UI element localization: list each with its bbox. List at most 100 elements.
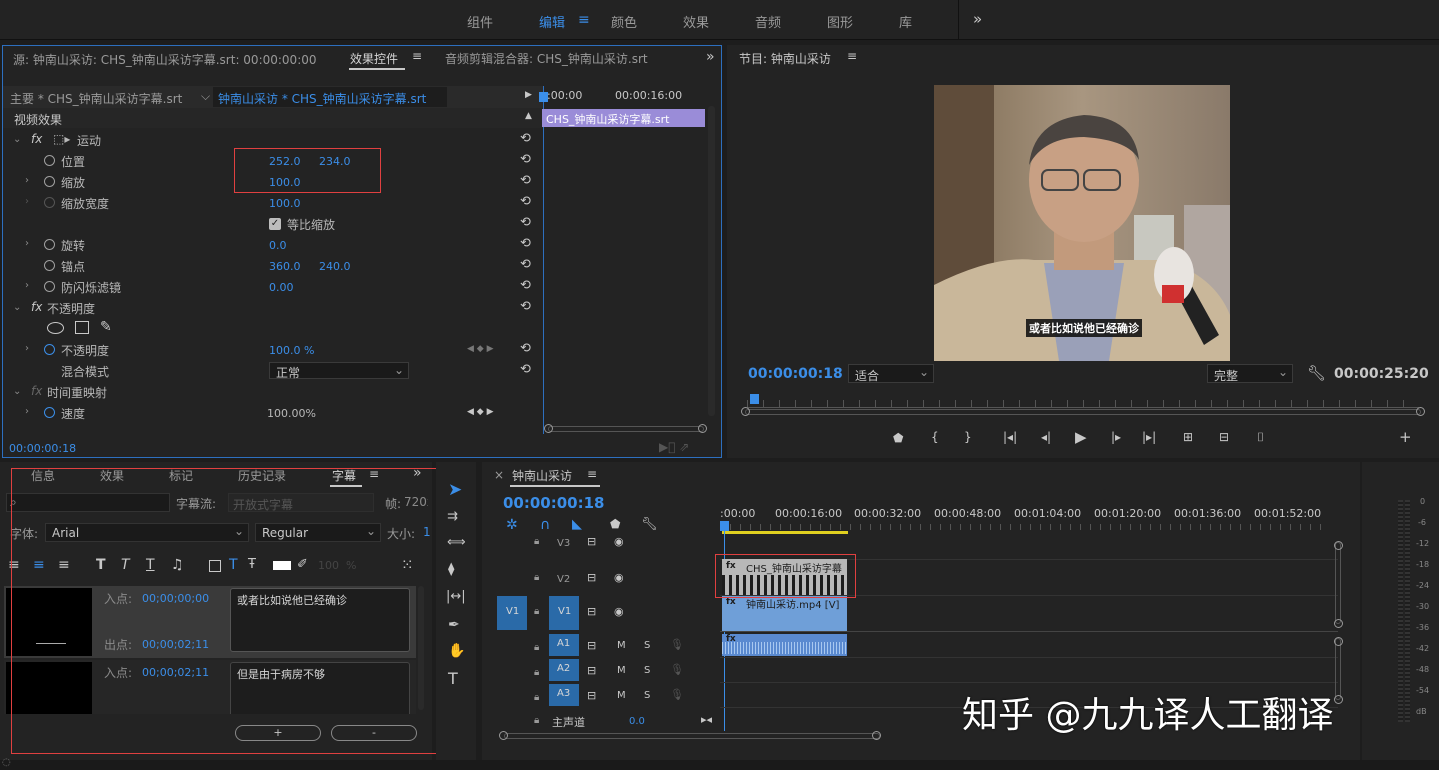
scroll-handle[interactable] — [1334, 695, 1343, 704]
workspace-tab-libraries[interactable]: 库 — [899, 12, 912, 31]
workspace-menu-icon[interactable]: ≡ — [578, 12, 590, 28]
collapse-arrow-icon[interactable]: ▲ — [525, 111, 532, 121]
pen-mask-icon[interactable]: ✎ — [100, 319, 112, 335]
mic-icon[interactable]: 🎙︎ — [670, 638, 684, 651]
track-v1-target[interactable]: V1 — [549, 596, 579, 630]
keyframe-nav-icon[interactable]: ◀ ◆ ▶ — [467, 407, 494, 417]
uniform-scale-checkbox[interactable]: ✓ — [269, 218, 281, 230]
timeline-title[interactable]: 钟南山采访 — [512, 467, 572, 484]
razor-icon[interactable]: ⧫ — [448, 562, 454, 577]
lock-icon[interactable]: 🔒︎ — [534, 715, 539, 726]
camera-icon[interactable]: ⌷ — [1257, 430, 1264, 445]
slip-icon[interactable]: |↔| — [446, 589, 466, 604]
anchor-y-value[interactable]: 240.0 — [319, 260, 351, 273]
workspace-tab-editing[interactable]: 编辑 — [539, 12, 565, 31]
zoom-handle-right[interactable] — [872, 731, 881, 740]
timeline-zoom-bar[interactable] — [504, 733, 880, 739]
add-marker-icon[interactable]: ⬟ — [610, 517, 620, 531]
ellipse-mask-icon[interactable] — [47, 322, 64, 334]
track-v3-label[interactable]: V3 — [557, 538, 570, 549]
reset-icon[interactable]: ⟲ — [520, 173, 531, 188]
zoom-handle-right[interactable] — [698, 424, 707, 433]
scroll-handle[interactable] — [1334, 541, 1343, 550]
wrench-icon[interactable]: 🔧︎ — [1307, 364, 1326, 382]
chevron-right-icon[interactable]: › — [25, 406, 29, 417]
mic-icon[interactable]: 🎙︎ — [670, 663, 684, 676]
rotation-value[interactable]: 0.0 — [269, 239, 287, 252]
stopwatch-icon[interactable] — [44, 281, 55, 292]
chevron-right-icon[interactable]: › — [25, 280, 29, 291]
hand-tool-icon[interactable]: ✋ — [448, 643, 465, 659]
reset-icon[interactable]: ⟲ — [520, 299, 531, 314]
chevron-right-icon[interactable]: › — [25, 238, 29, 249]
solo-button[interactable]: S — [644, 640, 650, 651]
chevron-right-icon[interactable]: › — [25, 175, 29, 186]
chevron-down-icon[interactable]: ⌵ — [201, 89, 210, 104]
stopwatch-icon[interactable] — [44, 176, 55, 187]
close-icon[interactable]: × — [494, 468, 504, 482]
fit-select[interactable]: 适合 ⌄ — [848, 364, 934, 383]
panel-overflow-icon[interactable]: » — [706, 49, 715, 65]
reset-icon[interactable]: ⟲ — [520, 236, 531, 251]
zoom-handle-left[interactable] — [499, 731, 508, 740]
audio-clip[interactable]: fx — [722, 634, 847, 656]
track-a3-target[interactable]: A3 — [549, 684, 579, 706]
film-icon[interactable]: ⊟ — [587, 664, 596, 677]
mark-out-icon[interactable]: } — [964, 430, 972, 444]
program-menu-icon[interactable]: ≡ — [847, 49, 857, 63]
track-v2-label[interactable]: V2 — [557, 574, 570, 585]
go-to-end-icon[interactable]: ▸◂ — [701, 713, 712, 726]
fx-icon[interactable]: fx — [31, 132, 42, 146]
mute-button[interactable]: M — [617, 640, 626, 651]
export-icons[interactable]: ▶⃦ ⇗ — [659, 440, 689, 454]
vertical-scrollbar[interactable] — [708, 106, 715, 416]
mute-button[interactable]: M — [617, 690, 626, 701]
step-back-icon[interactable]: ◂| — [1041, 430, 1051, 444]
source-v1-patch[interactable]: V1 — [497, 596, 527, 630]
lock-icon[interactable]: 🔒︎ — [534, 572, 539, 583]
track-select-icon[interactable]: ⇉ — [447, 509, 458, 524]
lock-icon[interactable]: 🔒︎ — [534, 536, 539, 547]
video-clip[interactable]: fx 钟南山采访.mp4 [V] — [722, 596, 847, 631]
tab-source[interactable]: 源: 钟南山采访: CHS_钟南山采访字幕.srt: 00:00:00:00 — [13, 51, 317, 68]
pen-tool-icon[interactable]: ✒ — [448, 617, 460, 633]
master-clip-label[interactable]: 主要 * CHS_钟南山采访字幕.srt — [10, 90, 182, 107]
program-zoom-bar[interactable] — [745, 409, 1421, 415]
reset-icon[interactable]: ⟲ — [520, 152, 531, 167]
workspace-tab-graphics[interactable]: 图形 — [827, 12, 853, 31]
zoom-handle-left[interactable] — [741, 407, 750, 416]
chevron-down-icon[interactable]: ⌄ — [13, 302, 21, 313]
solo-button[interactable]: S — [644, 665, 650, 676]
step-forward-icon[interactable]: |▸ — [1111, 430, 1121, 444]
tab-effect-controls[interactable]: 效果控件 — [350, 50, 398, 67]
work-area-bar[interactable] — [722, 531, 848, 534]
program-current-time[interactable]: 00:00:00:18 — [748, 366, 843, 382]
go-to-out-icon[interactable]: |▸| — [1142, 430, 1156, 444]
selection-tool-icon[interactable]: ➤ — [448, 480, 462, 500]
reset-icon[interactable]: ⟲ — [520, 215, 531, 230]
lock-icon[interactable]: 🔒︎ — [534, 667, 539, 678]
stopwatch-icon[interactable] — [44, 407, 55, 418]
stopwatch-icon[interactable] — [44, 155, 55, 166]
workspace-tab-assembly[interactable]: 组件 — [467, 12, 493, 31]
chevron-down-icon[interactable]: ⌄ — [13, 134, 21, 145]
film-icon[interactable]: ⊟ — [587, 639, 596, 652]
zoom-handle-left[interactable] — [544, 424, 553, 433]
stopwatch-icon[interactable] — [44, 239, 55, 250]
audio-track-scrollbar[interactable] — [1335, 638, 1341, 700]
master-volume-value[interactable]: 0.0 — [629, 716, 645, 727]
keyframe-nav-icon[interactable]: ◀ ◆ ▶ — [467, 344, 494, 354]
eye-icon[interactable]: ◉ — [614, 605, 624, 618]
extract-icon[interactable]: ⊟ — [1219, 430, 1229, 444]
reset-icon[interactable]: ⟲ — [520, 131, 531, 146]
tab-audio-clip-mixer[interactable]: 音频剪辑混合器: CHS_钟南山采访.srt — [445, 50, 648, 67]
video-track-scrollbar[interactable] — [1335, 542, 1341, 624]
mark-in-icon[interactable]: { — [931, 430, 939, 444]
workspace-tab-effects[interactable]: 效果 — [683, 12, 709, 31]
lock-icon[interactable]: 🔒︎ — [534, 642, 539, 653]
speed-value[interactable]: 100.00% — [267, 407, 316, 420]
go-to-in-icon[interactable]: |◂| — [1003, 430, 1017, 444]
blend-mode-select[interactable]: 正常 ⌄ — [269, 362, 409, 380]
zoom-handle-right[interactable] — [1416, 407, 1425, 416]
film-icon[interactable]: ⊟ — [587, 571, 596, 584]
